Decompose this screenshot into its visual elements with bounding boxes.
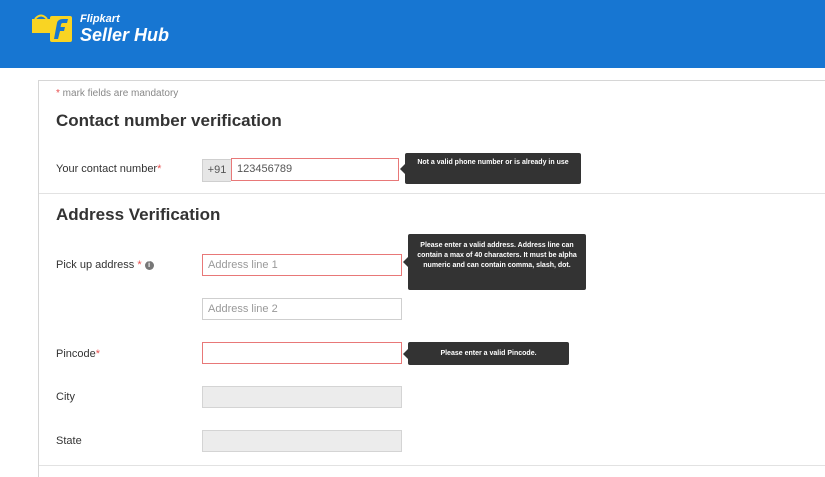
contact-number-label: Your contact number* xyxy=(56,163,161,175)
pickup-address-label: Pick up address * i xyxy=(56,259,154,271)
mandatory-note-text: mark fields are mandatory xyxy=(59,88,179,99)
required-star: * xyxy=(137,259,142,271)
required-star: * xyxy=(95,348,101,360)
phone-error-tooltip: Not a valid phone number or is already i… xyxy=(400,153,581,184)
pincode-label: Pincode* xyxy=(56,348,100,360)
top-header: Flipkart Seller Hub xyxy=(0,0,825,68)
pincode-input[interactable] xyxy=(202,342,402,364)
mandatory-note: * mark fields are mandatory xyxy=(56,88,178,99)
address-error-tooltip: Please enter a valid address. Address li… xyxy=(403,234,586,290)
required-star: * xyxy=(157,163,162,175)
info-icon[interactable]: i xyxy=(144,261,154,270)
state-label: State xyxy=(56,435,82,447)
form-panel: * mark fields are mandatory Contact numb… xyxy=(38,80,825,477)
state-input xyxy=(202,430,402,452)
contact-number-input[interactable]: 123456789 xyxy=(231,158,399,181)
pincode-error-tooltip: Please enter a valid Pincode. xyxy=(403,342,569,365)
section-divider xyxy=(39,193,825,194)
address-line-1-input[interactable]: Address line 1 xyxy=(202,254,402,276)
pincode-label-text: Pincode xyxy=(56,348,96,360)
flipkart-bag-icon[interactable] xyxy=(32,13,74,43)
brand-name-small: Flipkart xyxy=(80,13,120,25)
city-label: City xyxy=(56,391,75,403)
address-section-title: Address Verification xyxy=(56,205,221,224)
contact-section-title: Contact number verification xyxy=(56,111,282,130)
contact-number-label-text: Your contact number xyxy=(56,163,158,175)
city-input xyxy=(202,386,402,408)
country-code-prefix: +91 xyxy=(202,159,231,182)
address-line-2-input[interactable]: Address line 2 xyxy=(202,298,402,320)
bottom-divider xyxy=(39,465,825,466)
brand-name-big: Seller Hub xyxy=(80,25,170,45)
pickup-address-label-text: Pick up address xyxy=(56,259,138,271)
